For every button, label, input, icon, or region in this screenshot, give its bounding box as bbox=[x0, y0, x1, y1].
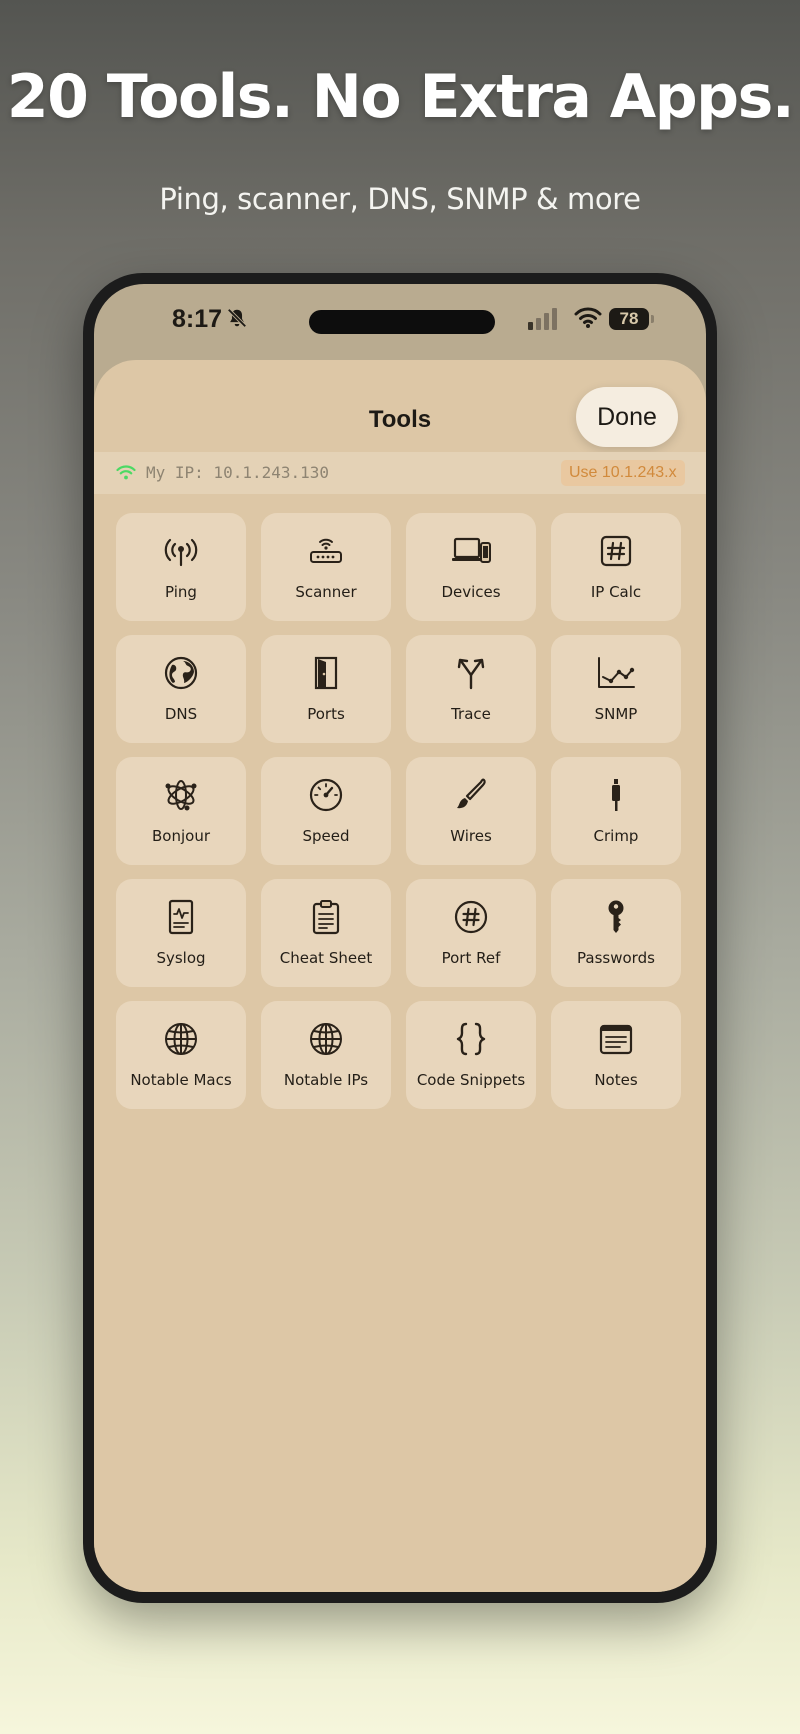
promo-subhead: Ping, scanner, DNS, SNMP & more bbox=[159, 182, 641, 216]
key-icon bbox=[608, 900, 624, 933]
tool-label: IP Calc bbox=[590, 583, 642, 601]
tools-sheet: Tools Done My IP: 10.1.243.130 Use 10.1.… bbox=[94, 360, 706, 1592]
promo-headline: 20 Tools. No Extra Apps. bbox=[6, 62, 795, 132]
tool-tile-notable-macs[interactable]: Notable Macs bbox=[116, 1001, 246, 1109]
tool-label: Port Ref bbox=[441, 949, 501, 967]
tool-label: Bonjour bbox=[152, 827, 210, 845]
router-icon bbox=[310, 538, 342, 563]
tool-tile-ip-calc[interactable]: IP Calc bbox=[551, 513, 681, 621]
dynamic-island bbox=[309, 310, 495, 334]
status-bar: 8:17 78 bbox=[94, 284, 706, 346]
battery-indicator: 78 bbox=[609, 308, 649, 330]
network-globe-icon bbox=[165, 1023, 197, 1055]
tool-tile-ports[interactable]: Ports bbox=[261, 635, 391, 743]
paintbrush-icon bbox=[457, 778, 486, 809]
bell-slash-icon bbox=[227, 308, 247, 328]
tool-tile-devices[interactable]: Devices bbox=[406, 513, 536, 621]
tool-label: Scanner bbox=[295, 583, 357, 601]
tool-tile-wires[interactable]: Wires bbox=[406, 757, 536, 865]
tool-label: Notes bbox=[594, 1071, 638, 1089]
tool-label: Notable Macs bbox=[130, 1071, 232, 1089]
my-ip-label: My IP: 10.1.243.130 bbox=[146, 463, 330, 482]
tool-label: Syslog bbox=[156, 949, 206, 967]
tool-label: Crimp bbox=[593, 827, 639, 845]
status-time: 8:17 bbox=[172, 305, 223, 333]
clipboard-icon bbox=[312, 900, 340, 935]
tool-label: SNMP bbox=[594, 705, 638, 723]
tool-tile-scanner[interactable]: Scanner bbox=[261, 513, 391, 621]
tool-label: Trace bbox=[451, 705, 491, 723]
door-icon bbox=[314, 656, 338, 690]
globe-icon bbox=[164, 656, 198, 690]
notes-icon bbox=[599, 1024, 633, 1055]
line-chart-icon bbox=[598, 657, 635, 688]
wifi-icon bbox=[574, 307, 602, 328]
tools-grid: Ping Scanner Devices IP Calc DNS Ports T… bbox=[116, 513, 688, 1109]
tool-label: Code Snippets bbox=[416, 1071, 526, 1089]
connector-icon bbox=[612, 779, 620, 811]
tool-tile-port-ref[interactable]: Port Ref bbox=[406, 879, 536, 987]
tool-label: Cheat Sheet bbox=[279, 949, 373, 967]
tool-tile-dns[interactable]: DNS bbox=[116, 635, 246, 743]
tool-tile-passwords[interactable]: Passwords bbox=[551, 879, 681, 987]
tool-label: Passwords bbox=[577, 949, 655, 967]
tool-tile-bonjour[interactable]: Bonjour bbox=[116, 757, 246, 865]
tool-tile-speed[interactable]: Speed bbox=[261, 757, 391, 865]
tool-tile-code-snippets[interactable]: Code Snippets bbox=[406, 1001, 536, 1109]
phone-screen: 8:17 78 Tools Done My IP: 10.1.243.130 U… bbox=[94, 284, 706, 1592]
tool-tile-ping[interactable]: Ping bbox=[116, 513, 246, 621]
bonjour-icon bbox=[165, 780, 197, 811]
tool-tile-trace[interactable]: Trace bbox=[406, 635, 536, 743]
devices-icon bbox=[452, 537, 491, 563]
tool-label: Wires bbox=[450, 827, 492, 845]
use-subnet-button[interactable]: Use 10.1.243.x bbox=[561, 460, 685, 486]
tool-label: DNS bbox=[164, 705, 198, 723]
hash-square-icon bbox=[600, 535, 632, 567]
tool-label: Ping bbox=[165, 583, 197, 601]
hash-circle-icon bbox=[454, 900, 488, 934]
cellular-signal-icon bbox=[528, 308, 557, 330]
network-globe-icon bbox=[310, 1023, 342, 1055]
branch-arrow-icon bbox=[457, 658, 485, 690]
curly-braces-icon bbox=[456, 1022, 486, 1056]
tool-tile-cheat-sheet[interactable]: Cheat Sheet bbox=[261, 879, 391, 987]
tool-tile-notes[interactable]: Notes bbox=[551, 1001, 681, 1109]
tool-tile-syslog[interactable]: Syslog bbox=[116, 879, 246, 987]
tool-tile-crimp[interactable]: Crimp bbox=[551, 757, 681, 865]
tool-tile-snmp[interactable]: SNMP bbox=[551, 635, 681, 743]
tool-label: Ports bbox=[307, 705, 345, 723]
wifi-green-icon bbox=[116, 465, 136, 480]
tool-label: Notable IPs bbox=[283, 1071, 369, 1089]
tool-label: Speed bbox=[302, 827, 350, 845]
antenna-icon bbox=[164, 538, 198, 567]
gauge-icon bbox=[309, 778, 343, 812]
tool-tile-notable-ips[interactable]: Notable IPs bbox=[261, 1001, 391, 1109]
done-button[interactable]: Done bbox=[576, 387, 678, 447]
ip-bar: My IP: 10.1.243.130 Use 10.1.243.x bbox=[94, 452, 706, 494]
battery-tip bbox=[651, 315, 654, 323]
tool-label: Devices bbox=[441, 583, 501, 601]
log-document-icon bbox=[168, 899, 194, 935]
phone-frame: 8:17 78 Tools Done My IP: 10.1.243.130 U… bbox=[83, 273, 717, 1603]
